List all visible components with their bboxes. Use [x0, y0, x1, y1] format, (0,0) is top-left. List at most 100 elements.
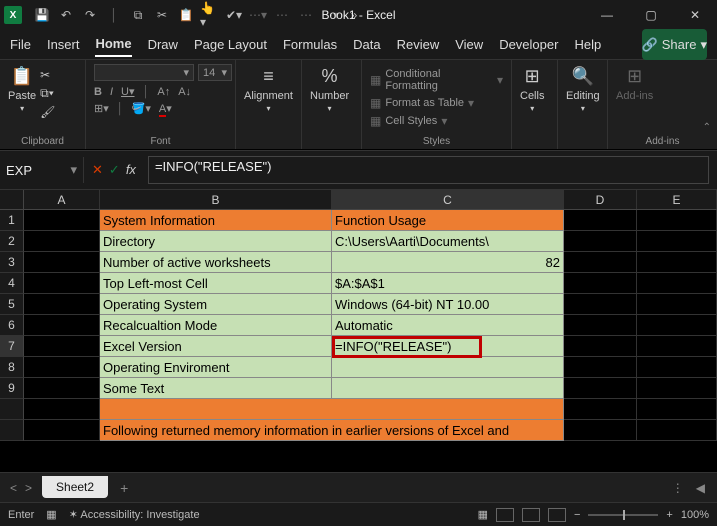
- cell-C1[interactable]: Function Usage: [332, 210, 564, 231]
- name-box[interactable]: EXP▾: [0, 157, 84, 183]
- cell[interactable]: [637, 399, 717, 420]
- cell-E4[interactable]: [637, 273, 717, 294]
- menu-view[interactable]: View: [455, 33, 483, 56]
- cell-C4[interactable]: $A:$A$1: [332, 273, 564, 294]
- copy-button[interactable]: ⧉▾: [40, 86, 55, 101]
- cell-B7[interactable]: Excel Version: [100, 336, 332, 357]
- fx-icon[interactable]: fx: [126, 162, 136, 178]
- cell-E3[interactable]: [637, 252, 717, 273]
- zoom-in-button[interactable]: +: [666, 509, 672, 521]
- cell[interactable]: [564, 399, 637, 420]
- add-sheet-button[interactable]: +: [108, 480, 140, 496]
- cell-D8[interactable]: [564, 357, 637, 378]
- tab-scroll-icon[interactable]: ⋮: [672, 481, 696, 495]
- cell-B2[interactable]: Directory: [100, 231, 332, 252]
- qat-more2-icon[interactable]: ⋯: [272, 5, 292, 25]
- paste-button[interactable]: 📋 Paste▾: [8, 64, 36, 113]
- cell-D3[interactable]: [564, 252, 637, 273]
- cell-A5[interactable]: [24, 294, 100, 315]
- row-header[interactable]: 3: [0, 252, 24, 273]
- cell-E1[interactable]: [637, 210, 717, 231]
- row-header[interactable]: 9: [0, 378, 24, 399]
- col-header-b[interactable]: B: [100, 190, 332, 209]
- menu-draw[interactable]: Draw: [148, 33, 178, 56]
- menu-file[interactable]: File: [10, 33, 31, 56]
- row-header[interactable]: 8: [0, 357, 24, 378]
- cell-E6[interactable]: [637, 315, 717, 336]
- spell-icon[interactable]: ✔▾: [224, 5, 244, 25]
- cell-A2[interactable]: [24, 231, 100, 252]
- cancel-formula-icon[interactable]: ✕: [92, 162, 103, 178]
- menu-insert[interactable]: Insert: [47, 33, 80, 56]
- zoom-level[interactable]: 100%: [681, 509, 709, 521]
- minimize-button[interactable]: —: [589, 1, 625, 29]
- cell-styles-button[interactable]: ▦ Cell Styles ▾: [370, 114, 447, 128]
- col-header-d[interactable]: D: [564, 190, 637, 209]
- select-all-corner[interactable]: [0, 190, 24, 209]
- font-name-select[interactable]: ▾: [94, 64, 194, 81]
- cell-D9[interactable]: [564, 378, 637, 399]
- tab-nav-prev-icon[interactable]: <: [10, 481, 17, 495]
- menu-review[interactable]: Review: [397, 33, 440, 56]
- col-header-a[interactable]: A: [24, 190, 100, 209]
- touch-icon[interactable]: 👆▾: [200, 5, 220, 25]
- underline-button[interactable]: U▾: [121, 85, 134, 98]
- save-icon[interactable]: 💾: [32, 5, 52, 25]
- conditional-formatting-button[interactable]: ▦ Conditional Formatting ▾: [370, 68, 503, 92]
- borders-button[interactable]: ⊞▾: [94, 102, 109, 115]
- zoom-slider[interactable]: [588, 514, 658, 516]
- format-as-table-button[interactable]: ▦ Format as Table ▾: [370, 96, 474, 110]
- col-header-c[interactable]: C: [332, 190, 564, 209]
- cell-A1[interactable]: [24, 210, 100, 231]
- cell-E2[interactable]: [637, 231, 717, 252]
- cell-D6[interactable]: [564, 315, 637, 336]
- cell-E9[interactable]: [637, 378, 717, 399]
- close-button[interactable]: ✕: [677, 1, 713, 29]
- cell-C7[interactable]: =INFO("RELEASE"): [332, 336, 564, 357]
- cell[interactable]: [637, 420, 717, 441]
- cell-C5[interactable]: Windows (64-bit) NT 10.00: [332, 294, 564, 315]
- copy-icon[interactable]: ⧉: [128, 5, 148, 25]
- formula-input[interactable]: =INFO("RELEASE"): [149, 157, 708, 183]
- qat-more1-icon[interactable]: ⋯▾: [248, 5, 268, 25]
- editing-button[interactable]: 🔍 Editing▾: [566, 64, 600, 113]
- row-header[interactable]: [0, 420, 24, 441]
- increase-font-icon[interactable]: A↑: [157, 86, 170, 98]
- number-button[interactable]: % Number▾: [310, 64, 349, 113]
- spreadsheet-grid[interactable]: A B C D E 1System InformationFunction Us…: [0, 190, 717, 472]
- sheet-tab-active[interactable]: Sheet2: [42, 476, 108, 498]
- cell-A4[interactable]: [24, 273, 100, 294]
- paste-icon[interactable]: 📋: [176, 5, 196, 25]
- cell-C8[interactable]: [332, 357, 564, 378]
- decrease-font-icon[interactable]: A↓: [178, 86, 191, 98]
- cell-B4[interactable]: Top Left-most Cell: [100, 273, 332, 294]
- cell-D4[interactable]: [564, 273, 637, 294]
- cell[interactable]: [24, 399, 100, 420]
- row-header[interactable]: 1: [0, 210, 24, 231]
- menu-data[interactable]: Data: [353, 33, 380, 56]
- display-settings-icon[interactable]: ▦: [478, 508, 488, 521]
- font-color-button[interactable]: A▾: [159, 102, 172, 115]
- bold-button[interactable]: B: [94, 86, 102, 98]
- menu-home[interactable]: Home: [95, 32, 131, 57]
- cell-B3[interactable]: Number of active worksheets: [100, 252, 332, 273]
- menu-page-layout[interactable]: Page Layout: [194, 33, 267, 56]
- cell[interactable]: [24, 420, 100, 441]
- cell-A6[interactable]: [24, 315, 100, 336]
- accept-formula-icon[interactable]: ✓: [109, 162, 120, 178]
- undo-icon[interactable]: ↶: [56, 5, 76, 25]
- cell[interactable]: [100, 399, 564, 420]
- cell-B9[interactable]: Some Text: [100, 378, 332, 399]
- cell-E7[interactable]: [637, 336, 717, 357]
- zoom-out-button[interactable]: −: [574, 509, 580, 521]
- page-break-view-button[interactable]: [548, 508, 566, 522]
- cell[interactable]: [564, 420, 637, 441]
- tab-split-icon[interactable]: ◀: [696, 481, 717, 495]
- stats-icon[interactable]: ▦: [46, 508, 56, 521]
- row-header[interactable]: 7: [0, 336, 24, 357]
- cell-D7[interactable]: [564, 336, 637, 357]
- cell-bottom-text[interactable]: Following returned memory information in…: [100, 420, 564, 441]
- cell-B1[interactable]: System Information: [100, 210, 332, 231]
- row-header[interactable]: [0, 399, 24, 420]
- alignment-button[interactable]: ≡ Alignment▾: [244, 64, 293, 113]
